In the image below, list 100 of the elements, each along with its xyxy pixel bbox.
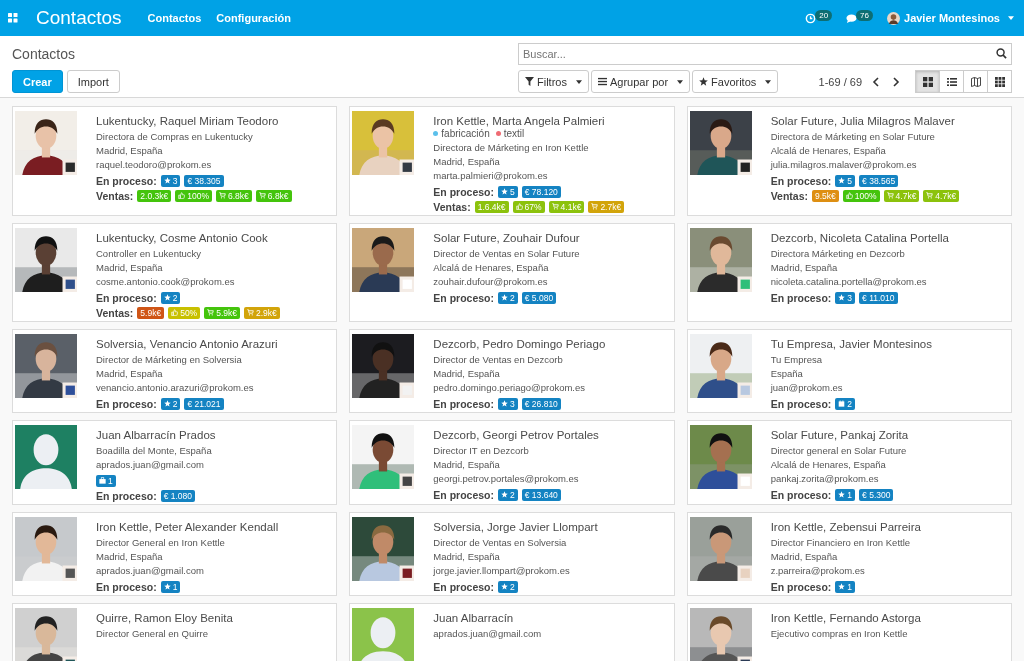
contact-detail: marta.palmieri@prokom.es — [433, 169, 549, 183]
contact-card[interactable]: Solversia, Jorge Javier Llompart Director de Ventas en Solversia Madrid, España jorge.javier.llompart@prokom.es En proceso: 2 — [349, 512, 675, 596]
search-icon[interactable] — [996, 48, 1007, 59]
filter-label: Filtros — [537, 75, 567, 88]
bars-icon — [597, 77, 607, 86]
contact-name: Solar Future, Julia Milagros Malaver — [770, 114, 956, 128]
badge-count: 4.7k€ — [935, 190, 957, 201]
pipeline-label: En proceso: — [770, 174, 832, 187]
thumbs-up-icon — [178, 192, 186, 199]
activity-icon[interactable] — [805, 12, 817, 24]
contact-detail: Director General en Iron Kettle — [96, 536, 226, 550]
badge-count: 5.9k€ — [216, 307, 237, 318]
caret-icon — [677, 79, 684, 84]
star-icon — [163, 177, 171, 184]
star-icon — [838, 583, 846, 590]
contact-card[interactable]: Tu Empresa, Javier Montesinos Tu Empresa España juan@prokom.es En proceso: 2 — [686, 329, 1012, 413]
badge-count: 4.7k€ — [895, 190, 917, 201]
contact-card[interactable]: Iron Kettle, Zebensui Parreira Director Financiero en Iron Kettle Madrid, España z.parreira@prokom.es En proceso: 1 — [686, 512, 1012, 596]
contact-detail: raquel.teodoro@prokom.es — [96, 158, 213, 172]
contact-detail: juan@prokom.es — [770, 381, 844, 395]
contact-detail: z.parreira@prokom.es — [770, 564, 866, 578]
contact-card[interactable]: Solversia, Venancio Antonio Arazuri Director de Márketing en Solversia Madrid, España venancio.antonio.arazuri@prokom.es En proceso: 2 € 21.021 — [12, 329, 338, 413]
import-button[interactable]: Import — [66, 70, 120, 93]
badge-count: 2 — [510, 292, 515, 303]
pipeline-label: En proceso: — [433, 488, 494, 501]
cart-icon — [926, 192, 934, 199]
chat-icon[interactable] — [846, 12, 858, 24]
contact-detail: Madrid, España — [96, 144, 164, 158]
contact-card[interactable]: Solar Future, Zouhair Dufour Director de Ventas en Solar Future Alcalá de Henares, España zouhair.dufour@prokom.es En proceso: 2 € 5.080 — [349, 223, 675, 322]
badge-count: 1 — [847, 489, 853, 500]
contact-detail: Madrid, España — [433, 550, 501, 564]
pipeline-badge: € 78.120 — [521, 185, 561, 198]
contact-card[interactable]: Juan Albarracín Prados Boadilla del Monte, España aprados.juan@gmail.com 1 En proceso: € 1.080 — [12, 420, 338, 505]
contact-card[interactable]: Lukentucky, Raquel Miriam Teodoro Directora de Compras en Lukentucky Madrid, España raquel.teodoro@prokom.es En proceso: 3 € 38.305 Ventas: 2.0.3k€ 100% 6.8k€ 6.8k€ — [12, 106, 338, 216]
contact-detail: Directora de Compras en Lukentucky — [96, 130, 254, 144]
pipeline-label: En proceso: — [96, 174, 157, 187]
pipeline-label: En proceso: — [96, 580, 157, 593]
pipeline-badge: € 11.010 — [859, 291, 898, 304]
contact-card[interactable]: Dezcorb, Pedro Domingo Periago Director de Ventas en Dezcorb Madrid, España pedro.domingo.periago@prokom.es En proceso: 3 € 26.810 — [349, 329, 675, 413]
contact-name: Iron Kettle, Marta Angela Palmieri — [433, 114, 606, 128]
contact-detail: cosme.antonio.cook@prokom.es — [96, 275, 236, 289]
badge-count: 3 — [172, 175, 178, 186]
contact-card[interactable]: Iron Kettle, Peter Alexander Kendall Director General en Iron Kettle Madrid, España aprados.juan@gmail.com En proceso: 1 — [12, 512, 338, 596]
previous-icon[interactable] — [872, 76, 880, 87]
sales-label: Ventas: — [433, 200, 471, 213]
contact-name: Lukentucky, Cosme Antonio Cook — [96, 231, 269, 245]
pipeline-label: En proceso: — [770, 397, 832, 410]
filter-dropdown[interactable]: Filtros — [518, 70, 589, 93]
pager-value: 1-69 / 69 — [818, 75, 862, 88]
view-button[interactable] — [963, 70, 988, 93]
view-button[interactable] — [987, 70, 1012, 93]
contact-name: Quirre, Ramon Eloy Benita — [96, 611, 233, 625]
search-field[interactable]: Buscar... — [518, 43, 1012, 65]
contact-card[interactable]: Juan Albarracín aprados.juan@gmail.com — [349, 603, 675, 661]
contact-card[interactable]: Quirre, Ramon Eloy Benita Director General en Quirre — [12, 603, 338, 661]
contact-card[interactable]: Iron Kettle, Marta Angela Palmieri fabricación textil Directora de Márketing en Iron Kettle Madrid, España marta.palmieri@prokom.es En proceso: 5 € 78.120 Ventas: 1.6.4k€ 67% 4.1k€ 2.7k€ — [349, 106, 675, 216]
filter-dropdown[interactable]: Agrupar por — [590, 70, 691, 93]
contact-name: Solversia, Venancio Antonio Arazuri — [96, 337, 278, 351]
tag-label: textil — [503, 128, 525, 139]
breadcrumb: Contactos — [12, 45, 77, 64]
badge-count: 5 — [847, 175, 853, 186]
contact-detail: Director de Ventas en Solar Future — [433, 247, 580, 261]
sales-label: Ventas: — [96, 306, 134, 319]
contact-detail: Boadilla del Monte, España — [96, 444, 213, 458]
contact-card[interactable]: Solar Future, Julia Milagros Malaver Directora de Márketing en Solar Future Alcalá de Henares, España julia.milagros.malaver@prokom.es En proceso: 5 € 38.565 Ventas: 9.5k€ 100% 4.7k€ 4.7k€ — [686, 106, 1012, 216]
contact-name: Solversia, Jorge Javier Llompart — [433, 520, 598, 534]
apps-icon[interactable] — [8, 13, 18, 23]
contact-card[interactable]: Dezcorb, Nicoleta Catalina Portella Directora Márketing en Dezcorb Madrid, España nicoleta.catalina.portella@prokom.es En proceso: 3 € 11.010 — [686, 223, 1012, 322]
contact-card[interactable]: Solar Future, Pankaj Zorita Director general en Solar Future Alcalá de Henares, España pankaj.zorita@prokom.es En proceso: 1 € 5.300 — [686, 420, 1012, 505]
star-icon — [838, 177, 846, 184]
contact-detail: Madrid, España — [770, 550, 839, 564]
next-icon[interactable] — [892, 76, 900, 87]
pipeline-badge: € 38.305 — [184, 174, 224, 187]
view-button[interactable] — [939, 70, 964, 93]
cart-icon — [219, 192, 226, 199]
caret-icon — [1008, 16, 1014, 20]
badge-count: 3 — [847, 292, 853, 303]
contact-detail: Directora Márketing en Dezcorb — [770, 247, 906, 261]
sales-badge: 5.9k€ — [137, 306, 165, 319]
filter-dropdown[interactable]: Favoritos — [692, 70, 779, 93]
badge-count: 2 — [510, 581, 515, 592]
pipeline-label: En proceso: — [96, 489, 157, 502]
avatar-icon — [887, 11, 900, 25]
contact-card[interactable]: Dezcorb, Georgi Petrov Portales Director IT en Dezcorb Madrid, España georgi.petrov.portales@prokom.es En proceso: 2 € 13.640 — [349, 420, 675, 505]
badge-count: 5 — [510, 186, 515, 197]
star-icon — [501, 294, 508, 301]
star-icon — [501, 491, 508, 498]
contact-card[interactable]: Iron Kettle, Fernando Astorga Ejecutivo compras en Iron Kettle — [686, 603, 1012, 661]
pipeline-label: En proceso: — [433, 185, 494, 198]
view-button[interactable] — [915, 70, 940, 93]
contact-detail: aprados.juan@gmail.com — [433, 627, 542, 641]
pipeline-label: En proceso: — [433, 291, 494, 304]
contact-detail: Madrid, España — [433, 458, 501, 472]
star-icon — [501, 583, 508, 590]
contact-detail: Madrid, España — [770, 261, 839, 275]
messages-count: 76 — [856, 9, 873, 21]
pipeline-badge: € 26.810 — [521, 397, 561, 410]
contact-card[interactable]: Lukentucky, Cosme Antonio Cook Controller en Lukentucky Madrid, España cosme.antonio.cook@prokom.es En proceso: 2 Ventas: 5.9k€ 50% 5.9k€ 2.9k€ — [12, 223, 338, 322]
sales-label: Ventas: — [96, 189, 134, 202]
star-icon — [163, 400, 171, 407]
